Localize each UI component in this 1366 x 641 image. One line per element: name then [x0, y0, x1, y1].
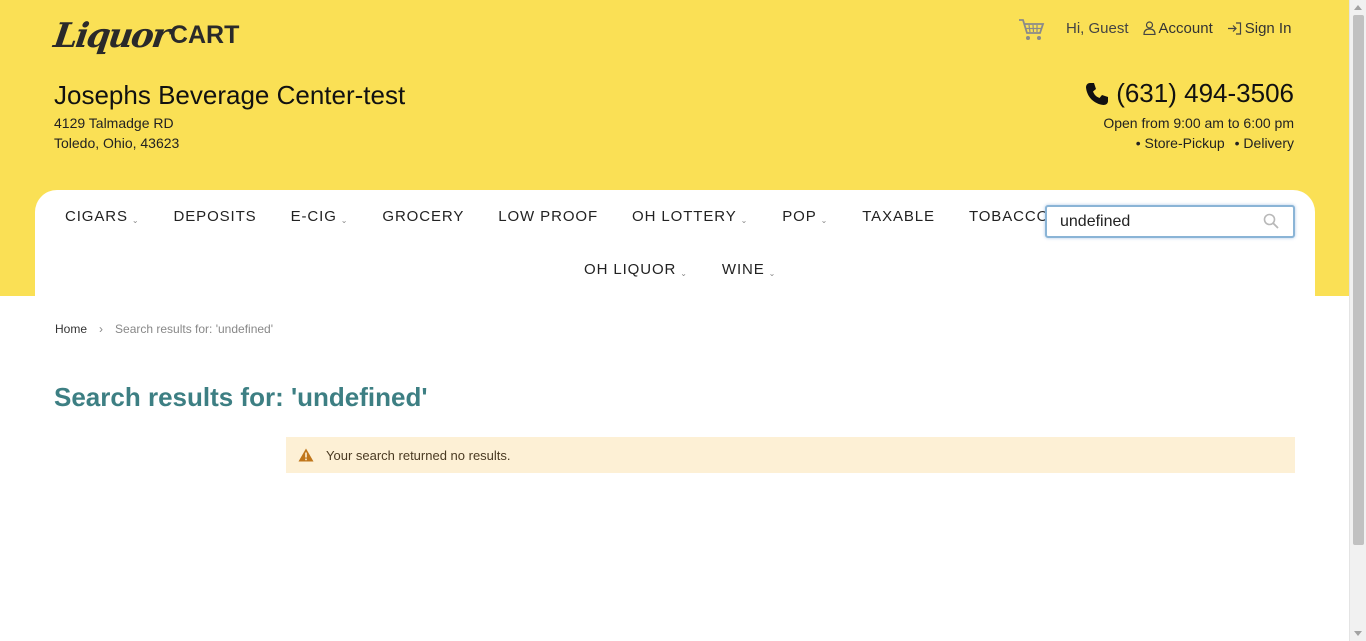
nav-item-wine[interactable]: WINE ⌄: [722, 261, 776, 278]
account-label: Account: [1158, 19, 1213, 37]
nav-label: CIGARS: [65, 208, 128, 225]
nav-item-taxable[interactable]: TAXABLE: [862, 208, 935, 225]
nav-label: TOBACCO: [968, 208, 1050, 225]
user-icon: [1142, 21, 1156, 35]
sign-in-icon: [1227, 21, 1241, 35]
top-links: Hi, Guest Account Sign In: [1018, 10, 1305, 46]
nav-item-oh-liquor[interactable]: OH LIQUOR ⌄: [584, 261, 688, 278]
logo[interactable]: Liquor CART: [51, 8, 240, 56]
store-name: Josephs Beverage Center-test: [54, 80, 406, 110]
breadcrumb-home[interactable]: Home: [55, 322, 87, 336]
phone-number: (631) 494-3506: [1116, 78, 1294, 108]
nav-item-e-cig[interactable]: E-CIG ⌄: [291, 208, 349, 225]
cart-icon[interactable]: [1018, 18, 1046, 46]
page-title: Search results for: 'undefined': [54, 382, 428, 412]
service-delivery: • Delivery: [1234, 135, 1294, 151]
scroll-up-arrow-icon[interactable]: [1354, 5, 1362, 10]
nav-item-grocery[interactable]: GROCERY: [382, 208, 464, 225]
nav-item-deposits[interactable]: DEPOSITS: [174, 208, 257, 225]
store-address-line1: 4129 Talmadge RD: [54, 115, 174, 131]
nav-label: POP: [782, 208, 817, 225]
search-input[interactable]: [1047, 207, 1247, 236]
breadcrumb-current: Search results for: 'undefined': [115, 322, 274, 336]
chevron-down-icon: ⌄: [340, 216, 349, 225]
search-box: [1045, 205, 1295, 238]
chevron-down-icon: ⌄: [680, 269, 688, 278]
search-button[interactable]: [1263, 213, 1279, 233]
nav-item-cigars[interactable]: CIGARS ⌄: [65, 208, 140, 225]
warning-icon: [298, 448, 314, 462]
notice-message: Your search returned no results.: [326, 447, 511, 463]
nav-label: OH LIQUOR: [584, 261, 677, 278]
category-nav-row2: OH LIQUOR ⌄ WINE ⌄: [584, 261, 810, 278]
greeting-text: Hi, Guest: [1066, 19, 1129, 37]
logo-word: CART: [169, 21, 240, 49]
nav-label: DEPOSITS: [173, 208, 257, 225]
category-nav-row1: CIGARS ⌄ DEPOSITS E-CIG ⌄ GROCERY LOW PROO…: [65, 208, 1050, 225]
store-phone[interactable]: (631) 494-3506: [1084, 78, 1294, 109]
nav-label: GROCERY: [382, 208, 465, 225]
nav-item-oh-lottery[interactable]: OH LOTTERY ⌄: [632, 208, 748, 225]
store-services: • Store-Pickup • Delivery: [1136, 135, 1294, 151]
account-link[interactable]: Account: [1142, 19, 1213, 37]
nav-label: WINE: [721, 261, 765, 278]
chevron-right-icon: ›: [99, 322, 104, 336]
nav-label: E-CIG: [290, 208, 337, 225]
sign-in-link[interactable]: Sign In: [1227, 19, 1292, 37]
chevron-down-icon: ⌄: [768, 269, 777, 278]
nav-label: TAXABLE: [862, 208, 935, 225]
nav-item-tobacco[interactable]: TOBACCO⌄: [969, 208, 1050, 225]
phone-icon: [1086, 82, 1109, 105]
chevron-down-icon: ⌄: [131, 216, 140, 225]
nav-label: OH LOTTERY: [632, 208, 737, 225]
no-results-notice: Your search returned no results.: [286, 437, 1295, 473]
scrollbar-thumb[interactable]: [1353, 15, 1364, 545]
store-hours: Open from 9:00 am to 6:00 pm: [1103, 115, 1294, 131]
scroll-down-arrow-icon[interactable]: [1354, 631, 1362, 636]
page-scrollbar[interactable]: [1349, 0, 1366, 641]
sign-in-label: Sign In: [1244, 19, 1292, 37]
nav-label: LOW PROOF: [498, 208, 599, 225]
logo-script: Liquor: [51, 16, 171, 56]
breadcrumb: Home › Search results for: 'undefined': [55, 322, 273, 336]
search-icon: [1263, 213, 1279, 229]
chevron-down-icon: ⌄: [820, 216, 829, 225]
nav-item-low-proof[interactable]: LOW PROOF: [498, 208, 598, 225]
service-pickup: • Store-Pickup: [1135, 135, 1225, 151]
chevron-down-icon: ⌄: [740, 216, 749, 225]
store-address-line2: Toledo, Ohio, 43623: [54, 135, 180, 151]
nav-item-pop[interactable]: POP ⌄: [782, 208, 828, 225]
